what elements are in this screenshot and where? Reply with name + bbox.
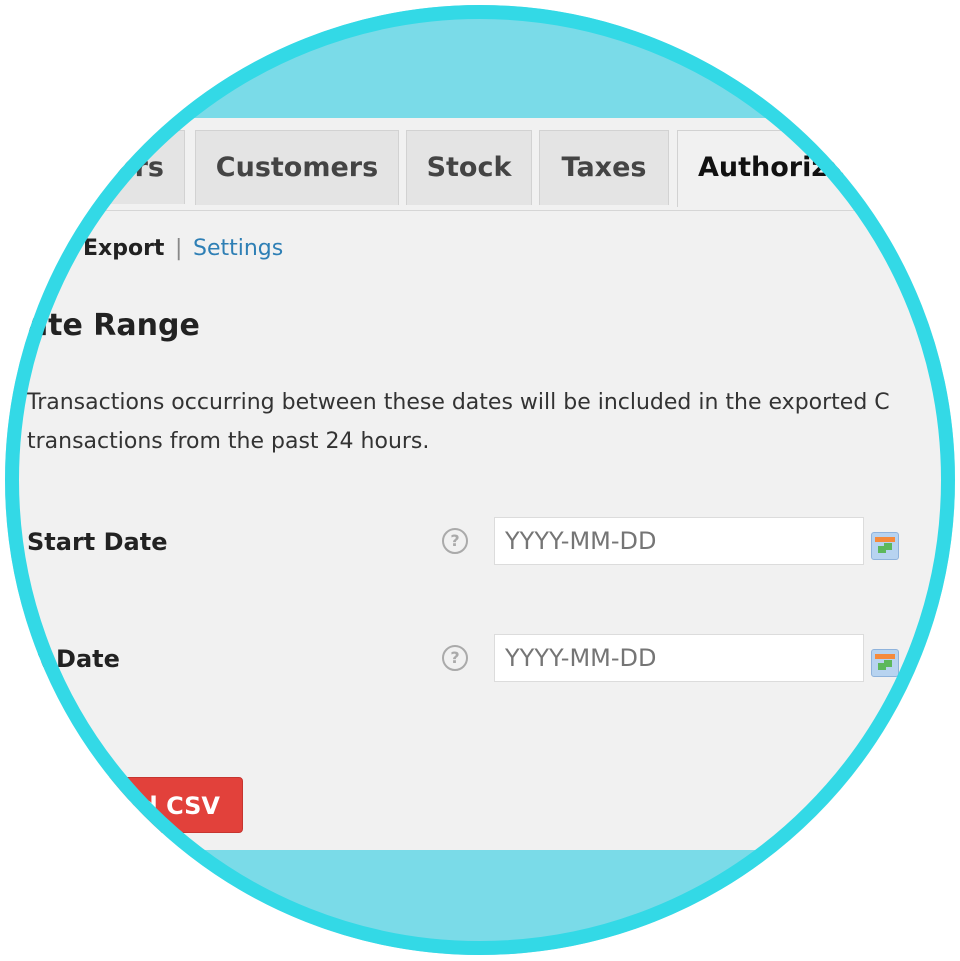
- download-csv-button[interactable]: Download CSV: [5, 777, 243, 833]
- start-date-label: Start Date: [27, 528, 168, 556]
- subnav-export: Export: [83, 236, 165, 261]
- question-circle-icon[interactable]: ?: [442, 645, 468, 671]
- tab-bar: Orders Customers Stock Taxes Authorize: [5, 130, 955, 211]
- description-line-2: transactions from the past 24 hours.: [27, 429, 430, 454]
- description-line-1: Transactions occurring between these dat…: [27, 390, 890, 415]
- export-panel: Orders Customers Stock Taxes Authorize E…: [5, 118, 955, 850]
- calendar-icon[interactable]: [871, 649, 899, 677]
- tab-taxes[interactable]: Taxes: [539, 130, 669, 205]
- question-circle-icon[interactable]: ?: [442, 528, 468, 554]
- start-date-input[interactable]: [494, 517, 864, 565]
- tab-orders[interactable]: Orders: [5, 130, 185, 204]
- subnav-settings-link[interactable]: Settings: [193, 236, 283, 261]
- end-date-input[interactable]: [494, 634, 864, 682]
- calendar-icon[interactable]: [871, 532, 899, 560]
- section-description: Transactions occurring between these dat…: [27, 383, 890, 461]
- circular-frame: Orders Customers Stock Taxes Authorize E…: [5, 5, 955, 955]
- tab-authorize[interactable]: Authorize: [677, 130, 955, 207]
- section-title: Date Range: [5, 308, 200, 343]
- subnav-separator: |: [175, 236, 183, 261]
- tab-stock[interactable]: Stock: [406, 130, 532, 205]
- tab-customers[interactable]: Customers: [195, 130, 399, 205]
- end-date-label: End Date: [5, 645, 120, 673]
